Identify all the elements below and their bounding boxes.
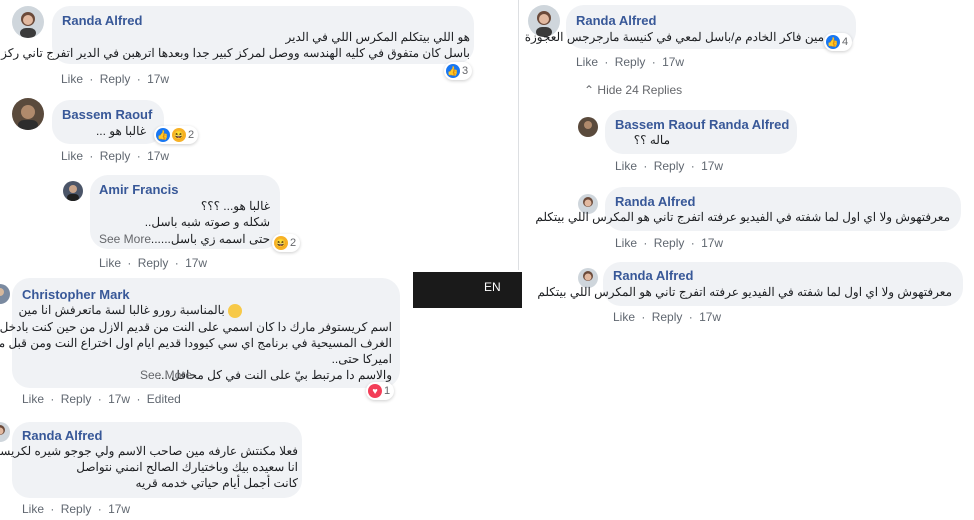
language-indicator[interactable]: EN [484, 280, 501, 294]
see-more-link[interactable]: See More [99, 232, 151, 246]
comment-text: غالبا هو ... [95, 124, 146, 138]
reply-button[interactable]: Reply [100, 149, 131, 163]
reply-to-name[interactable]: Randa Alfred [709, 117, 789, 132]
panel-divider [518, 0, 519, 270]
comment-text: كانت أجمل أيام حياتي خدمه قريه [135, 476, 298, 490]
like-button[interactable]: Like [99, 256, 121, 270]
comment-text: حتى اسمه زي باسل...... [150, 232, 270, 246]
reply-button[interactable]: Reply [652, 310, 683, 324]
comment-actions: Like · Reply · 17w [615, 159, 724, 173]
comment-text: انا سعيده بيك وباختيارك الصالح انمني نتو… [76, 460, 298, 474]
like-button[interactable]: Like [22, 502, 44, 516]
timestamp[interactable]: 17w [147, 149, 169, 163]
see-more-link[interactable]: See More [140, 368, 192, 382]
timestamp[interactable]: 17w [185, 256, 207, 270]
avatar[interactable] [12, 6, 44, 38]
reply-button[interactable]: Reply [61, 392, 92, 406]
hide-replies-link[interactable]: ⌃ Hide 24 Replies [584, 83, 682, 97]
like-reaction-icon: 👍 [826, 35, 840, 49]
reply-button[interactable]: Reply [615, 55, 646, 69]
comment-text: بالمناسبة رورو غالبا لسة ماتعرفش انا مين [18, 303, 242, 318]
comment-actions: Like · Reply · 17w [22, 502, 131, 516]
comment-actions: Like · Reply · 17w · Edited [22, 392, 181, 406]
comments-panel-bottom-left: Christopher Mark بالمناسبة رورو غالبا لس… [0, 272, 412, 520]
comment-author[interactable]: Randa Alfred [22, 428, 102, 443]
comment-text: الغرف المسيحية في برنامج اي سي كيوودا قد… [0, 336, 392, 350]
comment-text: اسم كريستوفر مارك دا كان اسمي على النت م… [0, 320, 392, 334]
avatar[interactable] [0, 422, 10, 442]
comment-actions: Like · Reply · 17w [576, 55, 685, 69]
chevron-up-icon: ⌃ [584, 83, 595, 97]
reply-button[interactable]: Reply [654, 159, 685, 173]
avatar[interactable] [12, 98, 44, 130]
reaction-count[interactable]: 👍 3 [444, 62, 473, 80]
like-button[interactable]: Like [61, 149, 83, 163]
reply-button[interactable]: Reply [61, 502, 92, 516]
comment-text: شكله و صوته شبه باسل.. [144, 215, 270, 229]
reply-button[interactable]: Reply [138, 256, 169, 270]
haha-reaction-icon: 😆 [274, 236, 288, 250]
timestamp[interactable]: 17w [662, 55, 684, 69]
avatar[interactable] [0, 284, 10, 304]
taskbar-strip [413, 272, 523, 308]
comment-author[interactable]: Randa Alfred [576, 13, 656, 28]
timestamp[interactable]: 17w [701, 236, 723, 250]
timestamp[interactable]: 17w [701, 159, 723, 173]
comment-actions: Like · Reply · 17w [61, 72, 170, 86]
timestamp[interactable]: 17w [108, 392, 130, 406]
smile-emoji-icon [228, 303, 242, 318]
like-button[interactable]: Like [61, 72, 83, 86]
comment-text: ماله ؟؟ [633, 133, 670, 147]
like-button[interactable]: Like [615, 236, 637, 250]
avatar[interactable] [63, 181, 83, 201]
reply-button[interactable]: Reply [654, 236, 685, 250]
comments-panel-right: Randa Alfred مين فاكر الخادم م/باسل لمعي… [522, 0, 974, 340]
like-button[interactable]: Like [613, 310, 635, 324]
comment-text: فعلا مكنتش عارفه مين صاحب الاسم ولي جوجو… [0, 444, 298, 458]
reaction-count[interactable]: ♥ 1 [366, 382, 395, 400]
comment-text: معرفتهوش ولا اي اول لما شفته في الفيديو … [535, 210, 950, 224]
comment-author[interactable]: Randa Alfred [615, 194, 695, 209]
like-reaction-icon: 👍 [446, 64, 460, 78]
timestamp[interactable]: 17w [147, 72, 169, 86]
comment-text: اميركا حتى.. [331, 352, 392, 366]
comments-panel-top-left: Randa Alfred هو اللي بيتكلم المكرس اللي … [0, 0, 518, 270]
love-reaction-icon: ♥ [368, 384, 382, 398]
comment-actions: Like · Reply · 17w [615, 236, 724, 250]
comment-text: والاسم دا مرتبط بيّ على النت في كل محافل… [157, 368, 392, 382]
comment-author[interactable]: Bassem Raouf Randa Alfred [615, 117, 789, 132]
comment-text: باسل كان متفوق في كليه الهندسه ووصل لمرك… [1, 46, 470, 60]
like-reaction-icon: 👍 [156, 128, 170, 142]
comment-actions: Like · Reply · 17w [613, 310, 722, 324]
comment-author[interactable]: Randa Alfred [613, 268, 693, 283]
like-button[interactable]: Like [615, 159, 637, 173]
edited-label[interactable]: Edited [147, 392, 181, 406]
haha-reaction-icon: 😆 [172, 128, 186, 142]
comment-actions: Like · Reply · 17w [61, 149, 170, 163]
comment-author[interactable]: Amir Francis [99, 182, 178, 197]
reaction-count[interactable]: 👍 4 [824, 33, 853, 51]
avatar[interactable] [578, 117, 598, 137]
comment-text: هو اللي بيتكلم المكرس اللي في الدير [285, 30, 470, 44]
reaction-count[interactable]: 😆 2 [272, 234, 301, 252]
comment-author[interactable]: Christopher Mark [22, 287, 130, 302]
like-button[interactable]: Like [22, 392, 44, 406]
comment-text: مين فاكر الخادم م/باسل لمعي في كنيسة مار… [524, 30, 824, 44]
comment-text: معرفتهوش ولا اي اول لما شفته في الفيديو … [537, 285, 952, 299]
reaction-count[interactable]: 👍 😆 2 [154, 126, 199, 144]
comment-actions: Like · Reply · 17w [99, 256, 208, 270]
timestamp[interactable]: 17w [108, 502, 130, 516]
like-button[interactable]: Like [576, 55, 598, 69]
timestamp[interactable]: 17w [699, 310, 721, 324]
comment-author[interactable]: Bassem Raouf [62, 107, 152, 122]
comment-text: غالبا هو... ؟؟؟ [200, 199, 270, 213]
reply-button[interactable]: Reply [100, 72, 131, 86]
comment-author[interactable]: Randa Alfred [62, 13, 142, 28]
